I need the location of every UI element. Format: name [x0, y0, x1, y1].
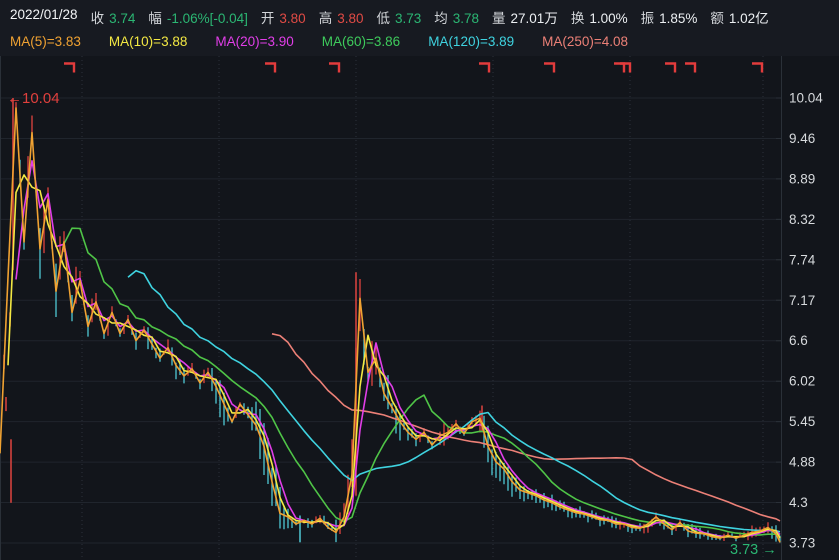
news-flag-icon[interactable] — [265, 64, 275, 73]
news-flag-icon[interactable] — [64, 64, 74, 73]
kline-chart-canvas[interactable]: 10.04 9.46 8.89 8.32 7.74 7.17 6.6 6.02 5.45 4.88… — [0, 0, 839, 560]
news-flag-icon[interactable] — [544, 64, 554, 73]
y-axis-label: 6.6 — [789, 333, 808, 348]
y-axis-label: 6.02 — [789, 374, 815, 389]
high-price-annotation: ←10.04 — [7, 90, 60, 107]
news-flag-icon[interactable] — [479, 64, 489, 73]
news-flag-icon[interactable] — [685, 64, 695, 73]
low-price-annotation: 3.73 → — [730, 542, 777, 558]
y-axis-label: 5.45 — [789, 414, 815, 429]
y-axis-label: 8.89 — [789, 171, 815, 186]
candle-wicks-down — [20, 160, 780, 543]
ma10-line — [8, 175, 780, 538]
grid-vertical-lines — [82, 56, 763, 560]
news-flag-icon[interactable] — [329, 64, 339, 73]
ma5-line — [0, 108, 780, 542]
y-axis-label: 4.88 — [789, 455, 815, 470]
y-axis-label: 3.73 — [789, 536, 815, 551]
news-flag-icon[interactable] — [665, 64, 675, 73]
grid-horizontal-lines — [0, 98, 781, 543]
y-axis-label: 7.17 — [789, 293, 815, 308]
ma20-line — [16, 161, 780, 537]
y-axis-label: 10.04 — [789, 91, 823, 106]
y-axis-label: 8.32 — [789, 212, 815, 227]
y-axis-label: 4.3 — [789, 495, 808, 510]
y-axis-ticks — [776, 98, 781, 543]
y-axis-label: 9.46 — [789, 131, 815, 146]
y-axis-label: 7.74 — [789, 252, 816, 267]
ma120-line — [128, 271, 780, 532]
news-flag-icon[interactable] — [614, 64, 624, 73]
news-flag-icon[interactable] — [752, 64, 762, 73]
stock-chart-window: 2022/01/28 收3.74 幅-1.06%[-0.04] 开3.80 高3… — [0, 0, 839, 560]
